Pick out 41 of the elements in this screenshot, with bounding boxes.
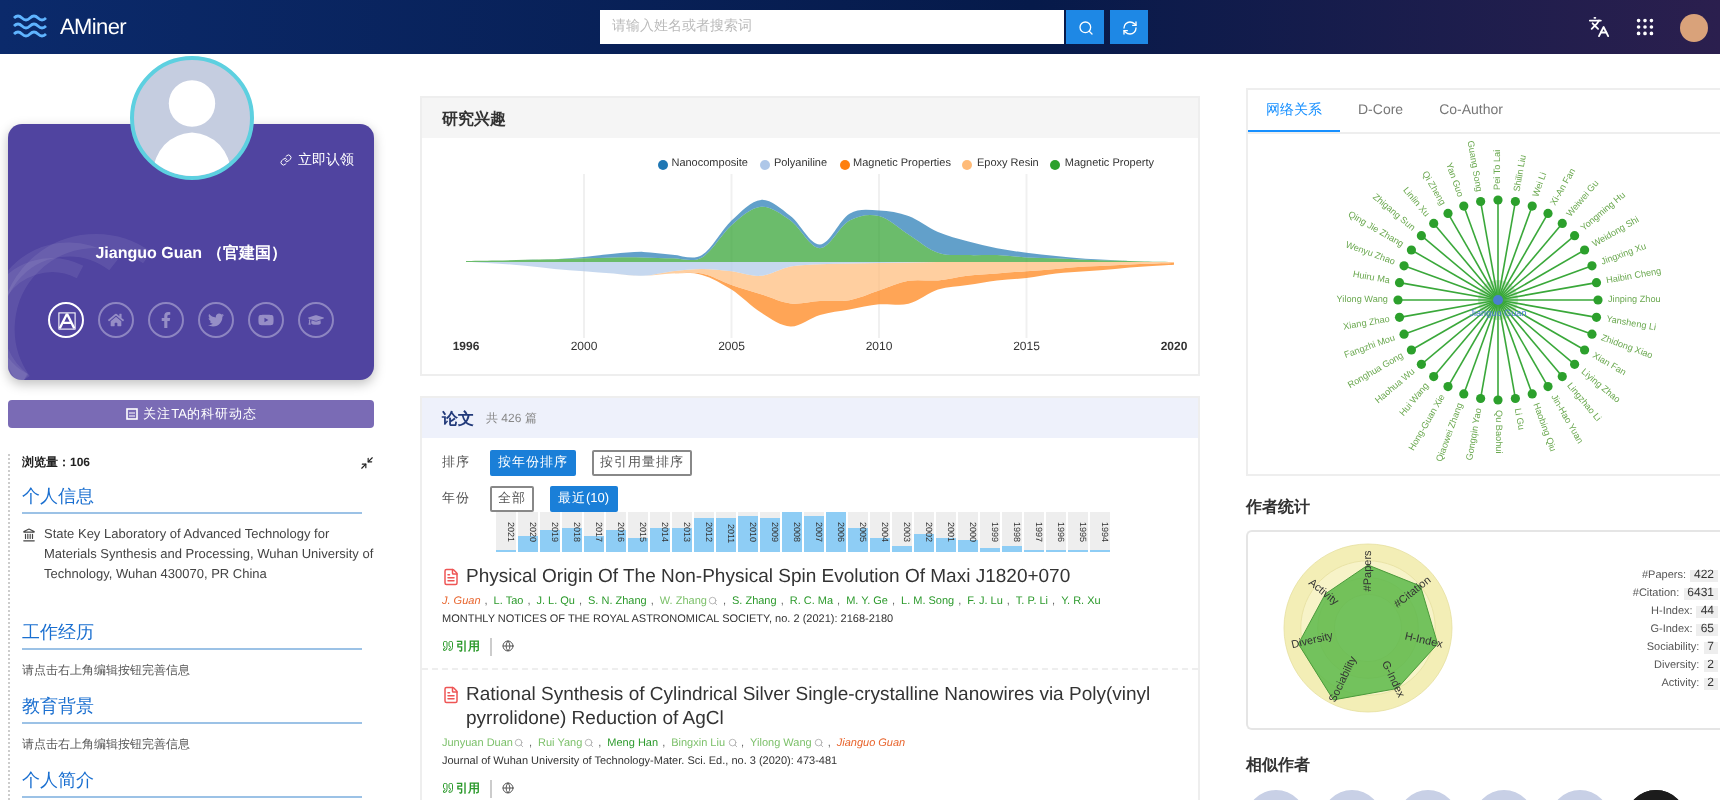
globe-icon[interactable] bbox=[502, 640, 514, 653]
quote-icon bbox=[442, 782, 454, 795]
twitter-icon bbox=[208, 312, 224, 328]
refresh-button[interactable] bbox=[1110, 10, 1148, 44]
search-icon bbox=[813, 738, 824, 749]
card-title: 研究兴趣 bbox=[442, 107, 506, 129]
section-title: 个人信息 bbox=[22, 484, 362, 514]
refresh-icon bbox=[1121, 19, 1137, 35]
letter-a-icon bbox=[57, 311, 75, 329]
home-icon bbox=[108, 312, 124, 328]
pdf-icon[interactable] bbox=[442, 685, 460, 704]
stats-title: 作者统计 bbox=[1246, 496, 1312, 518]
waves-logo-icon bbox=[12, 13, 48, 41]
institution-icon bbox=[22, 528, 36, 542]
translate-icon[interactable] bbox=[1588, 16, 1610, 38]
link-icon bbox=[280, 154, 292, 166]
facebook-icon bbox=[158, 312, 174, 328]
section-title: 个人简介 bbox=[22, 768, 362, 799]
search-icon bbox=[708, 596, 719, 607]
globe-icon[interactable] bbox=[502, 782, 514, 795]
collapse-icon[interactable] bbox=[360, 456, 374, 470]
search-icon bbox=[584, 738, 595, 749]
search-button[interactable] bbox=[1066, 10, 1104, 44]
search-icon bbox=[514, 738, 525, 749]
youtube-icon bbox=[258, 312, 274, 328]
user-avatar[interactable] bbox=[1680, 13, 1708, 41]
paper-title[interactable]: Physical Origin Of The Non-Physical Spin Evolution Of Maxi J1820+070 bbox=[442, 566, 1178, 590]
section-title: 教育背景 bbox=[22, 694, 362, 725]
paper-title[interactable]: Rational Synthesis of Cylindrical Silver Single-crystalline Nanowires via Poly(vinyl pyrrolidone) Reduction of AgCl bbox=[442, 683, 1178, 732]
profile-name: Jianguo Guan （官建国） bbox=[95, 242, 287, 264]
social-link[interactable] bbox=[48, 302, 84, 338]
search-icon bbox=[1077, 19, 1093, 35]
search-icon bbox=[727, 738, 738, 749]
section-title: 工作经历 bbox=[22, 620, 362, 651]
aminer-logo[interactable]: AMiner bbox=[60, 15, 127, 39]
card-title: 论文 bbox=[442, 407, 474, 429]
graduation-cap-icon bbox=[308, 312, 324, 328]
similar-title: 相似作者 bbox=[1246, 754, 1312, 776]
grid-icon[interactable] bbox=[1634, 16, 1656, 38]
pdf-icon[interactable] bbox=[442, 568, 460, 586]
quote-icon bbox=[442, 640, 454, 653]
